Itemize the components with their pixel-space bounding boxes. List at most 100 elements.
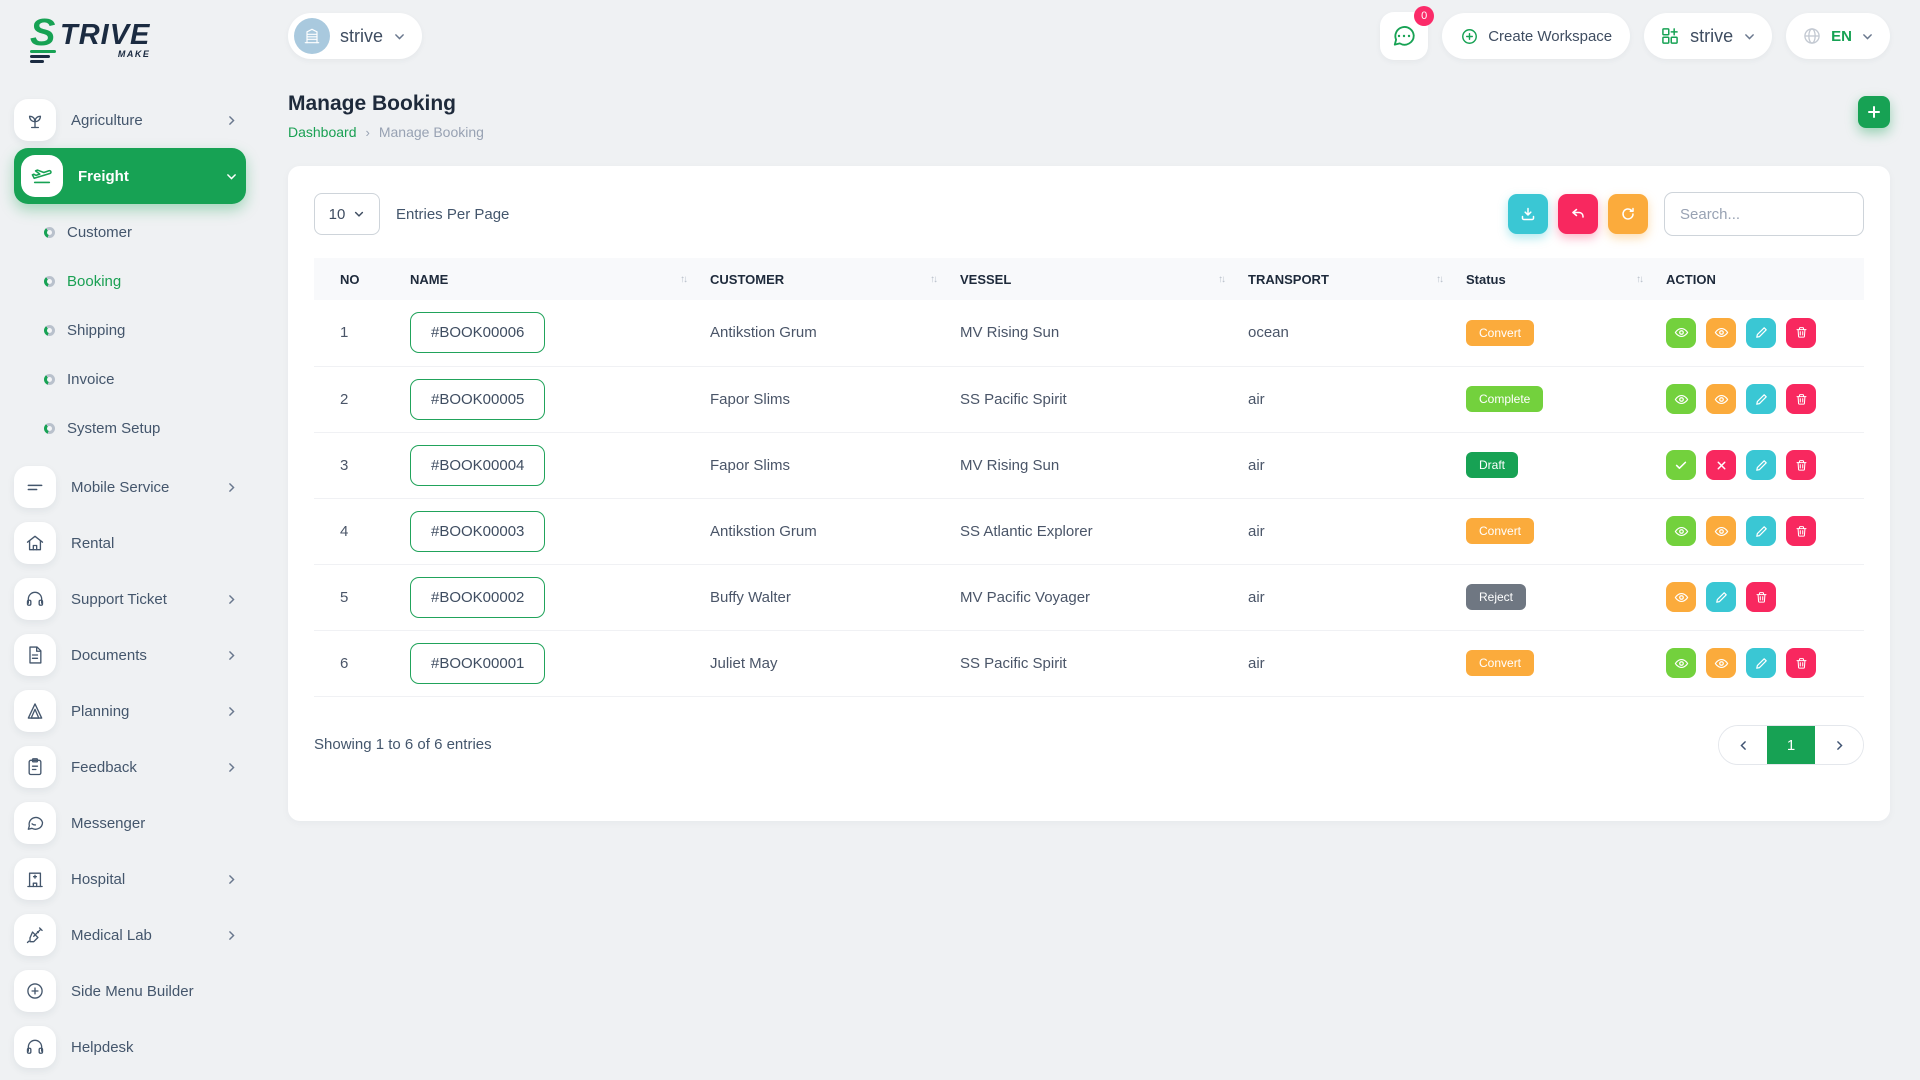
edit-button[interactable] [1746,648,1776,678]
sidebar-item-partial[interactable] [14,1075,246,1080]
sidebar-item-rental[interactable]: Rental [14,515,246,571]
sidebar-item-mobile-service[interactable]: Mobile Service [14,459,246,515]
status-badge[interactable]: Convert [1466,518,1534,544]
booking-name-button[interactable]: #BOOK00006 [410,312,545,353]
preview-button[interactable] [1706,516,1736,546]
booking-name-button[interactable]: #BOOK00005 [410,379,545,420]
column-header-customer[interactable]: CUSTOMER↑↓ [700,258,950,300]
search-input[interactable] [1664,192,1864,236]
sidebar-item-planning[interactable]: Planning [14,683,246,739]
sidebar-subitem-label: System Setup [67,420,160,437]
sidebar-item-side-menu-builder[interactable]: Side Menu Builder [14,963,246,1019]
approve-button[interactable] [1666,450,1696,480]
cell-vessel: SS Pacific Spirit [950,630,1238,696]
status-badge[interactable]: Convert [1466,320,1534,346]
dot-icon [44,374,55,385]
sidebar-subitem-invoice[interactable]: Invoice [44,355,246,404]
plane-takeoff-icon [21,155,63,197]
sidebar-item-feedback[interactable]: Feedback [14,739,246,795]
sort-icon: ↑↓ [680,274,686,285]
workspace-name: strive [340,26,383,47]
reject-button[interactable] [1706,450,1736,480]
preview-button[interactable] [1706,318,1736,348]
column-header-no: NO [314,258,400,300]
dots-icon [1397,34,1411,38]
sidebar-item-hospital[interactable]: Hospital [14,851,246,907]
preview-button[interactable] [1706,648,1736,678]
add-booking-button[interactable] [1858,96,1890,128]
preview-button[interactable] [1666,582,1696,612]
check-icon [1674,458,1688,472]
delete-button[interactable] [1786,318,1816,348]
sidebar-subitem-label: Shipping [67,322,125,339]
column-header-name[interactable]: NAME↑↓ [400,258,700,300]
brand-initial: S [30,18,55,48]
edit-button[interactable] [1706,582,1736,612]
entries-per-page-select[interactable]: 10 [314,193,380,235]
status-badge[interactable]: Draft [1466,452,1518,478]
create-workspace-button[interactable]: Create Workspace [1442,13,1630,59]
previous-page-button[interactable] [1719,726,1767,765]
chevron-right-icon [1833,739,1846,752]
sort-icon: ↑↓ [1636,274,1642,285]
status-badge[interactable]: Reject [1466,584,1526,610]
organization-selector[interactable]: strive [1644,13,1772,59]
view-button[interactable] [1666,648,1696,678]
grid-plus-icon [1660,26,1680,46]
booking-name-button[interactable]: #BOOK00003 [410,511,545,552]
download-button[interactable] [1508,194,1548,234]
edit-button[interactable] [1746,384,1776,414]
language-selector[interactable]: EN [1786,13,1890,59]
list-lines-icon [14,466,56,508]
delete-button[interactable] [1786,516,1816,546]
delete-button[interactable] [1786,648,1816,678]
sidebar-subitem-customer[interactable]: Customer [44,208,246,257]
page-number-button[interactable]: 1 [1767,726,1815,765]
download-icon [1520,206,1536,222]
sidebar-subitem-booking[interactable]: Booking [44,257,246,306]
preview-button[interactable] [1706,384,1736,414]
sidebar-item-medical-lab[interactable]: Medical Lab [14,907,246,963]
edit-button[interactable] [1746,516,1776,546]
cell-customer: Antikstion Grum [700,300,950,366]
sidebar-item-documents[interactable]: Documents [14,627,246,683]
headset-icon [14,1026,56,1068]
workspace-selector[interactable]: strive [288,13,422,59]
column-header-status[interactable]: Status↑↓ [1456,258,1656,300]
sidebar-item-freight[interactable]: Freight [14,148,246,204]
edit-button[interactable] [1746,450,1776,480]
speed-lines-icon [30,50,56,63]
chat-button[interactable]: 0 [1380,12,1428,60]
view-button[interactable] [1666,384,1696,414]
cell-transport: air [1238,564,1456,630]
booking-name-button[interactable]: #BOOK00002 [410,577,545,618]
sidebar-item-helpdesk[interactable]: Helpdesk [14,1019,246,1075]
sidebar-item-messenger[interactable]: Messenger [14,795,246,851]
view-button[interactable] [1666,318,1696,348]
next-page-button[interactable] [1815,726,1863,765]
sidebar-subitem-system-setup[interactable]: System Setup [44,404,246,453]
breadcrumb-dashboard-link[interactable]: Dashboard [288,124,357,140]
booking-name-button[interactable]: #BOOK00001 [410,643,545,684]
delete-button[interactable] [1786,450,1816,480]
delete-button[interactable] [1746,582,1776,612]
cell-transport: air [1238,630,1456,696]
booking-name-button[interactable]: #BOOK00004 [410,445,545,486]
pencil-icon [1755,657,1768,670]
undo-button[interactable] [1558,194,1598,234]
sidebar-subitem-shipping[interactable]: Shipping [44,306,246,355]
refresh-button[interactable] [1608,194,1648,234]
edit-button[interactable] [1746,318,1776,348]
sidebar-item-support-ticket[interactable]: Support Ticket [14,571,246,627]
column-header-vessel[interactable]: VESSEL↑↓ [950,258,1238,300]
status-badge[interactable]: Convert [1466,650,1534,676]
sidebar-item-agriculture[interactable]: Agriculture [14,92,246,148]
cell-no: 2 [314,366,400,432]
chevron-down-icon [1743,30,1756,43]
app-root: S TRIVE MAKE Agriculture [0,0,1920,1080]
column-header-transport[interactable]: TRANSPORT↑↓ [1238,258,1456,300]
view-button[interactable] [1666,516,1696,546]
sidebar-item-label: Mobile Service [71,479,169,496]
delete-button[interactable] [1786,384,1816,414]
status-badge[interactable]: Complete [1466,386,1543,412]
